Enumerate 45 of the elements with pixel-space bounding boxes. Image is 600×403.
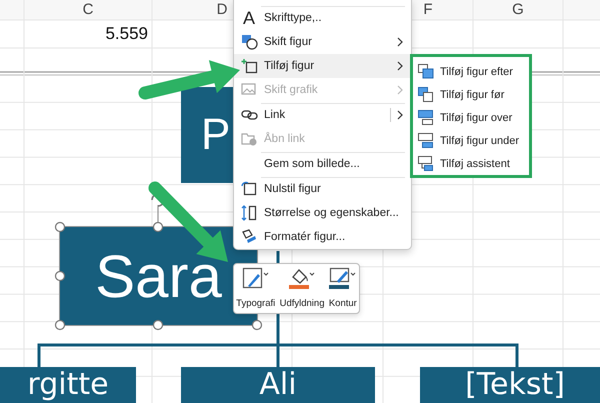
org-chart-box[interactable]: [Tekst] <box>420 367 600 403</box>
chevron-right-icon <box>397 61 403 71</box>
toolbar-button[interactable]: Udfyldning <box>278 267 326 309</box>
org-shape-icon <box>418 110 434 125</box>
resize-handle[interactable] <box>54 222 66 232</box>
cell-value: 5.559 <box>105 24 148 44</box>
resize-handle[interactable] <box>54 320 66 330</box>
add-shape-icon <box>240 58 258 74</box>
resize-handle[interactable] <box>54 270 66 282</box>
style-brush-icon <box>242 267 270 291</box>
org-chart-box[interactable]: rgitte <box>0 367 136 403</box>
format-brush-icon <box>240 229 258 245</box>
menu-item[interactable]: Størrelse og egenskaber... <box>234 201 411 225</box>
resize-handle[interactable] <box>152 222 164 232</box>
toolbar-button[interactable]: Kontur <box>328 267 358 309</box>
column-header[interactable]: C <box>82 1 94 19</box>
menu-item[interactable]: Tilføj figur over <box>413 106 529 129</box>
org-shape-icon <box>418 87 434 102</box>
menu-item[interactable]: Skift figur <box>234 30 411 54</box>
menu-item[interactable]: Tilføj figur under <box>413 129 529 152</box>
org-shape-icon <box>418 156 434 171</box>
resize-handle[interactable] <box>252 320 262 330</box>
menu-item[interactable]: Gem som billede... <box>234 152 411 176</box>
menu-item[interactable]: Tilføj figur før <box>413 83 529 106</box>
menu-item[interactable]: A Skrifttype,.. <box>234 6 411 30</box>
menu-item[interactable]: Tilføj assistent <box>413 152 529 175</box>
chevron-right-icon <box>397 85 403 95</box>
org-shape-icon <box>418 133 434 148</box>
org-shape-icon <box>418 64 434 79</box>
resize-handle[interactable] <box>152 320 164 330</box>
menu-item[interactable]: Nulstil figur <box>234 177 411 201</box>
reset-shape-icon <box>240 181 258 197</box>
menu-item[interactable]: Tilføj figur <box>234 54 411 78</box>
size-icon <box>240 205 258 221</box>
org-chart-box[interactable]: Ali <box>181 367 375 403</box>
chevron-right-icon <box>397 110 403 120</box>
font-icon: A <box>242 9 255 27</box>
shapes-icon <box>240 34 258 50</box>
chevron-right-icon <box>397 37 403 47</box>
open-link-icon <box>240 131 258 147</box>
column-header[interactable]: F <box>423 1 433 19</box>
column-header[interactable]: D <box>216 1 228 19</box>
menu-item[interactable]: Link <box>234 103 411 127</box>
column-header[interactable]: G <box>512 1 524 19</box>
menu-item[interactable]: Tilføj figur efter <box>413 60 529 83</box>
